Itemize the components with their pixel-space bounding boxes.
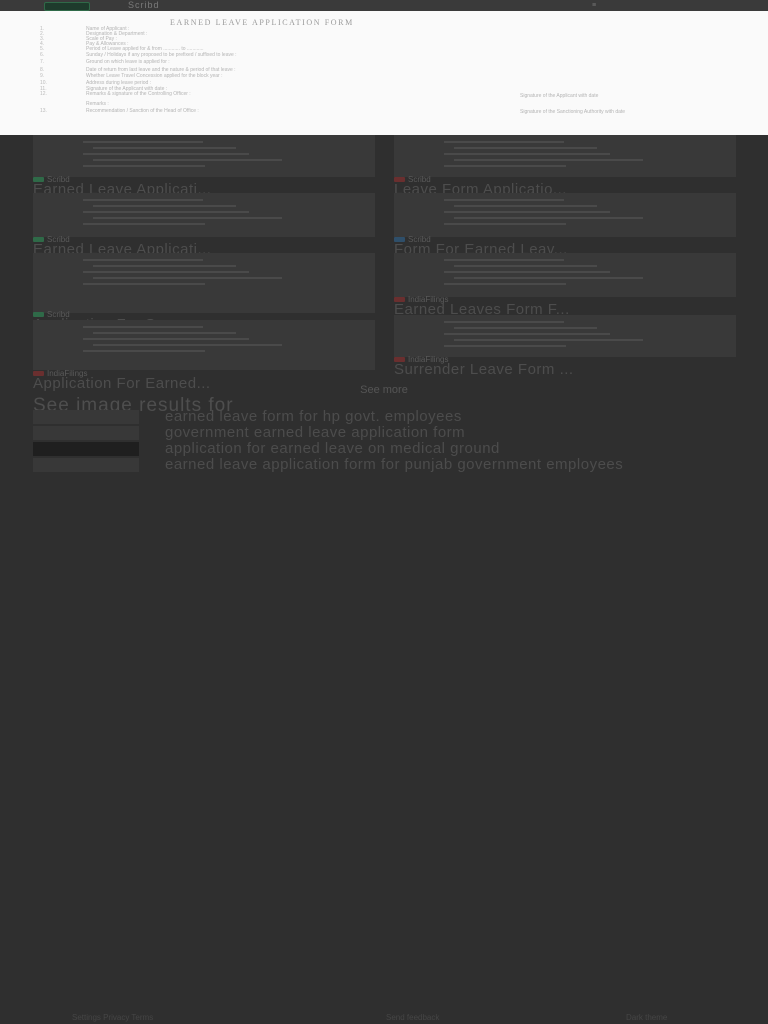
related-search-thumbnail[interactable] bbox=[33, 426, 139, 440]
document-item-text: Ground on which leave is applied for : bbox=[86, 59, 170, 65]
thumbnail-text-line bbox=[454, 265, 597, 267]
related-search-thumbnail[interactable] bbox=[33, 442, 139, 456]
thumbnail-text-line bbox=[454, 217, 643, 219]
thumbnail-text-line bbox=[83, 338, 249, 340]
thumbnail-text-line bbox=[444, 223, 566, 225]
document-title: EARNED LEAVE APPLICATION FORM bbox=[170, 18, 354, 27]
thumbnail-text-line bbox=[83, 165, 205, 167]
related-search-link[interactable]: earned leave application form for punjab… bbox=[165, 457, 685, 472]
related-search-thumbnail[interactable] bbox=[33, 410, 139, 424]
thumbnail-text-line bbox=[93, 217, 282, 219]
image-result-thumbnail[interactable] bbox=[394, 315, 736, 357]
footer-theme[interactable]: Dark theme bbox=[626, 1014, 667, 1022]
thumbnail-text-line bbox=[444, 141, 564, 143]
document-preview[interactable]: EARNED LEAVE APPLICATION FORM 1. Name of … bbox=[0, 11, 768, 135]
document-item-number: 7. bbox=[40, 59, 45, 65]
document-item-number: 12. bbox=[40, 91, 47, 97]
thumbnail-text-line bbox=[83, 326, 203, 328]
thumbnail-text-line bbox=[444, 153, 610, 155]
thumbnail-text-line bbox=[444, 283, 566, 285]
thumbnail-text-line bbox=[93, 344, 282, 346]
thumbnail-text-line bbox=[444, 259, 564, 261]
document-item-number: 6. bbox=[40, 52, 45, 58]
document-item: 12. Remarks & signature of the Controllin… bbox=[40, 91, 191, 97]
thumbnail-text-line bbox=[83, 153, 249, 155]
document-item: 13. Recommendation / Sanction of the Head… bbox=[40, 108, 199, 114]
document-item: 6. Sunday / Holidays if any proposed to b… bbox=[40, 52, 237, 58]
image-result-thumbnail[interactable] bbox=[33, 320, 375, 370]
image-result-thumbnail[interactable] bbox=[394, 135, 736, 177]
related-search-link[interactable]: earned leave form for hp govt. employees bbox=[165, 409, 685, 424]
thumbnail-text-line bbox=[83, 259, 203, 261]
image-result-thumbnail[interactable] bbox=[33, 193, 375, 237]
thumbnail-text-line bbox=[444, 345, 566, 347]
thumbnail-text-line bbox=[454, 147, 597, 149]
thumbnail-text-line bbox=[93, 277, 282, 279]
document-item-number: 9. bbox=[40, 73, 45, 79]
image-result-thumbnail[interactable] bbox=[394, 253, 736, 297]
related-search-link[interactable]: government earned leave application form bbox=[165, 425, 685, 440]
applicant-signature: Signature of the Applicant with date bbox=[520, 93, 599, 99]
thumbnail-text-line bbox=[444, 165, 566, 167]
thumbnail-text-line bbox=[454, 277, 643, 279]
thumbnail-text-line bbox=[93, 332, 236, 334]
document-item: 7. Ground on which leave is applied for : bbox=[40, 59, 170, 65]
thumbnail-text-line bbox=[83, 199, 203, 201]
thumbnail-text-line bbox=[454, 205, 597, 207]
image-result-thumbnail[interactable] bbox=[33, 135, 375, 177]
thumbnail-text-line bbox=[93, 147, 236, 149]
thumbnail-text-line bbox=[444, 199, 564, 201]
authority-signature: Signature of the Sanctioning Authority w… bbox=[520, 109, 626, 115]
thumbnail-text-line bbox=[444, 271, 610, 273]
thumbnail-text-line bbox=[454, 339, 643, 341]
thumbnail-text-line bbox=[83, 283, 205, 285]
related-search-thumbnail[interactable] bbox=[33, 458, 139, 472]
thumbnail-text-line bbox=[444, 211, 610, 213]
thumbnail-text-line bbox=[454, 327, 597, 329]
image-result-thumbnail[interactable] bbox=[394, 193, 736, 237]
menu-icon[interactable]: ≡ bbox=[592, 2, 596, 9]
thumbnail-text-line bbox=[93, 265, 236, 267]
document-item: Remarks : bbox=[40, 101, 109, 107]
document-item-text: Whether Leave Travel Concession applied … bbox=[86, 73, 223, 79]
top-bar: Scribd ≡ bbox=[0, 0, 768, 11]
document-item-text: Remarks : bbox=[86, 101, 109, 107]
footer-feedback[interactable]: Send feedback bbox=[386, 1014, 439, 1022]
related-search-link[interactable]: application for earned leave on medical … bbox=[165, 441, 685, 456]
thumbnail-text-line bbox=[83, 211, 249, 213]
site-title[interactable]: Scribd bbox=[128, 1, 160, 10]
thumbnail-text-line bbox=[83, 350, 205, 352]
document-item-text: Sunday / Holidays if any proposed to be … bbox=[86, 52, 237, 58]
thumbnail-text-line bbox=[83, 141, 203, 143]
image-result-thumbnail[interactable] bbox=[33, 253, 375, 313]
thumbnail-text-line bbox=[93, 205, 236, 207]
site-logo[interactable] bbox=[44, 2, 90, 11]
document-item: 9. Whether Leave Travel Concession applie… bbox=[40, 73, 222, 79]
footer-links[interactable]: Settings Privacy Terms bbox=[72, 1014, 153, 1022]
thumbnail-text-line bbox=[444, 321, 564, 323]
thumbnail-text-line bbox=[444, 333, 610, 335]
thumbnail-text-line bbox=[83, 271, 249, 273]
thumbnail-text-line bbox=[83, 223, 205, 225]
thumbnail-text-line bbox=[93, 159, 282, 161]
image-result-title[interactable]: Surrender Leave Form ... bbox=[394, 362, 574, 377]
document-item-text: Remarks & signature of the Controlling O… bbox=[86, 91, 191, 97]
document-item-text: Recommendation / Sanction of the Head of… bbox=[86, 108, 199, 114]
document-item-number: 13. bbox=[40, 108, 47, 114]
thumbnail-text-line bbox=[454, 159, 643, 161]
